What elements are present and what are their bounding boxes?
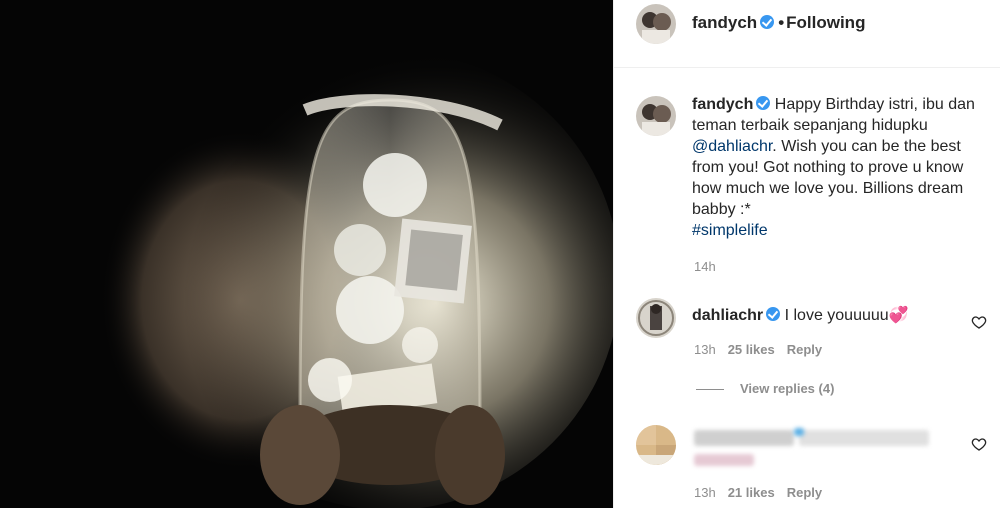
caption-username[interactable]: fandych [692,96,753,113]
comment-likes[interactable]: 25 likes [728,342,775,357]
following-button[interactable]: Following [786,13,865,32]
comment-username[interactable]: dahliachr [692,307,763,324]
view-replies-button[interactable]: View replies (4) [696,381,834,396]
two-hearts-emoji: 💞 [888,307,909,324]
heart-outline-icon[interactable] [971,436,987,452]
avatar[interactable] [636,4,676,44]
heart-outline-icon[interactable] [971,314,987,330]
post-details-panel: fandych • Following fandych Happy Birthday… [613,0,1000,508]
post-header: fandych • Following [614,0,1000,68]
post-photo[interactable] [0,0,613,508]
comment-meta: 13h 25 likes Reply [694,342,834,357]
reply-button[interactable]: Reply [787,485,822,500]
caption-timestamp[interactable]: 14h [694,259,716,274]
comment-timestamp[interactable]: 13h [694,485,716,500]
caption-avatar[interactable] [636,96,676,136]
caption-mention-link[interactable]: @dahliachr [692,138,772,155]
photo-image [0,0,613,508]
replies-divider [696,389,724,391]
caption-hashtag-link[interactable]: #simplelife [692,222,768,239]
verified-badge-icon [756,96,771,110]
comment-timestamp[interactable]: 13h [694,342,716,357]
avatar-image [636,425,676,465]
separator-dot: • [778,13,785,32]
comment-body: I love youuuuu [784,307,889,324]
avatar-image [636,4,676,44]
comment-text: dahliachr I love youuuuu💞 [692,305,909,326]
comment-meta: 13h 21 likes Reply [694,485,834,500]
avatar-image [636,96,676,136]
blurred-username [694,430,794,446]
header-username-row: fandych • Following [692,13,865,33]
reply-button[interactable]: Reply [787,342,822,357]
blurred-comment-text [799,430,929,446]
avatar-image [636,298,676,338]
blurred-emoji [794,428,804,436]
view-replies-label: View replies (4) [740,381,835,396]
caption-text: fandych Happy Birthday istri, ibu dan te… [692,94,988,241]
comment-likes[interactable]: 21 likes [728,485,775,500]
blurred-comment-text-2 [694,454,754,466]
verified-badge-icon [760,15,775,29]
verified-badge-icon [766,307,781,321]
comment-avatar[interactable] [636,298,676,338]
comment-avatar-blurred[interactable] [636,425,676,465]
header-username[interactable]: fandych [692,13,757,32]
